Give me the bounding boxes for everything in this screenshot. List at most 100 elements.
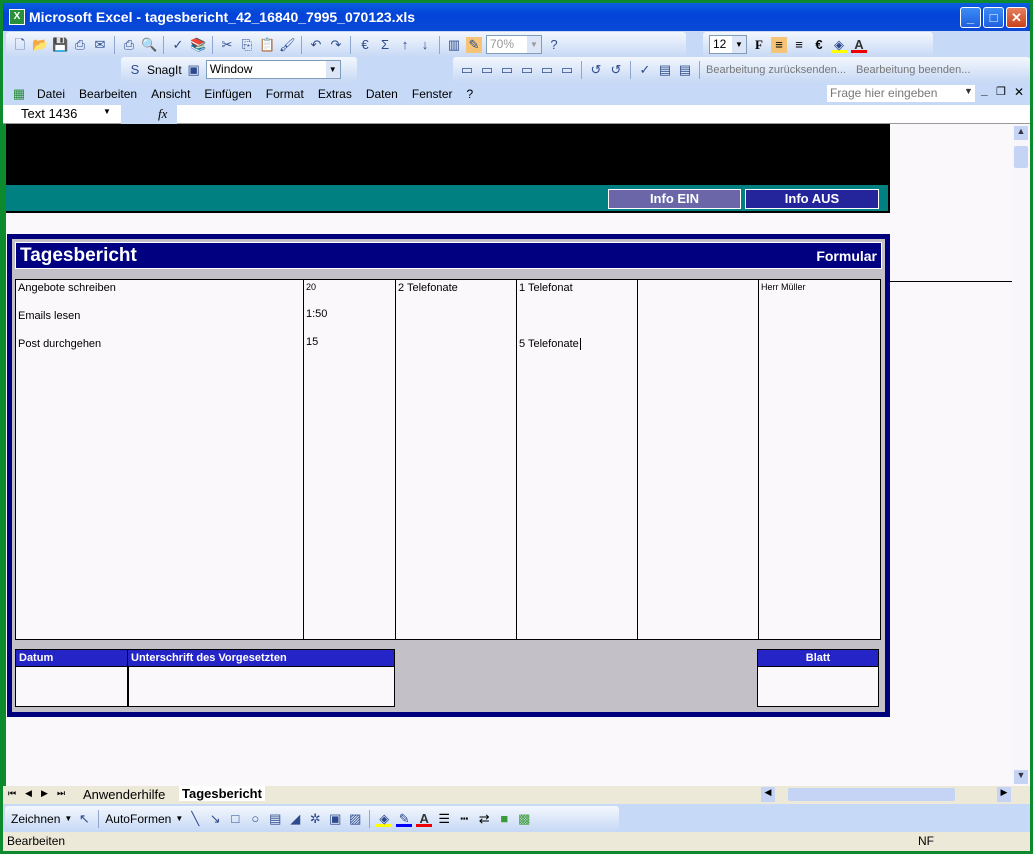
sort-ascending-icon[interactable]: ↑ [397,37,413,53]
select-objects-icon[interactable]: ↖ [76,811,92,827]
oval-icon[interactable]: ○ [247,811,263,827]
autosum-icon[interactable]: Σ [377,37,393,53]
spelling-icon[interactable]: ✓ [170,37,186,53]
fill-color-icon[interactable]: ◈ [376,811,393,827]
time-cell[interactable]: 15 [306,336,318,348]
task-cell[interactable]: Emails lesen [18,310,80,322]
print-preview-icon[interactable]: 🔍 [141,37,157,53]
bold-button[interactable]: F [751,37,767,53]
menu-fenster[interactable]: Fenster [412,87,453,101]
format-painter-icon[interactable]: 🖌 [279,37,296,53]
font-color-icon[interactable]: A [851,37,867,53]
doc-restore-button[interactable]: ❐ [996,85,1006,98]
col4-cell-editing[interactable]: 5 Telefonate [519,338,581,350]
comment-icon[interactable]: ▭ [459,62,475,78]
line-color-icon[interactable]: ✎ [396,811,413,827]
show-comment-icon[interactable]: ▭ [519,62,535,78]
scroll-down-icon[interactable]: ▼ [1014,770,1028,784]
time-cell[interactable]: 1:50 [306,308,327,320]
end-review-button[interactable]: Bearbeitung beenden... [856,64,970,76]
snagit-mode-combo[interactable]: Window ▼ [205,60,341,79]
comment-next-icon[interactable]: ▭ [499,62,515,78]
hscroll-thumb[interactable] [788,788,955,801]
reject-icon[interactable]: ↺ [608,62,624,78]
time-cell[interactable]: 20 [306,282,316,292]
dash-style-icon[interactable]: ┅ [456,811,472,827]
date-field[interactable] [15,666,128,707]
info-off-button[interactable]: Info AUS [745,189,879,209]
open-icon[interactable]: 📂 [32,37,48,53]
chevron-down-icon[interactable]: ▼ [175,814,183,823]
chevron-down-icon[interactable]: ▼ [325,61,340,78]
task-cell[interactable]: Angebote schreiben [18,282,116,294]
task-cell[interactable]: Post durchgehen [18,338,101,350]
doc-minimize-button[interactable]: _ [981,83,988,97]
shadow-icon[interactable]: ■ [496,811,512,827]
zoom-combo[interactable]: 70% ▼ [486,35,542,54]
help-icon[interactable]: ? [546,37,562,53]
hscroll-right-icon[interactable]: ▶ [997,787,1011,802]
info-on-button[interactable]: Info EIN [608,189,741,209]
send-back-button[interactable]: Bearbeitung zurücksenden... [706,64,846,76]
menu-bearbeiten[interactable]: Bearbeiten [79,87,137,101]
align-center-icon[interactable]: ≡ [791,37,807,53]
maximize-button[interactable]: □ [983,7,1004,28]
new-icon[interactable]: 🗋 [12,37,28,53]
fx-icon[interactable]: fx [158,106,167,122]
col4-cell[interactable]: 1 Telefonat [519,282,573,294]
arrow-style-icon[interactable]: ⇄ [476,811,492,827]
signature-field[interactable] [127,666,395,707]
diagram-icon[interactable]: ✲ [307,811,323,827]
chevron-down-icon[interactable]: ▼ [732,36,746,53]
comment-prev-icon[interactable]: ▭ [479,62,495,78]
help-question-input[interactable]: Frage hier eingeben [826,84,976,103]
euro-button[interactable]: € [811,37,827,53]
menu-format[interactable]: Format [266,87,304,101]
sort-descending-icon[interactable]: ↓ [417,37,433,53]
delete-comment-icon[interactable]: ▭ [559,62,575,78]
last-sheet-icon[interactable]: ⏭ [57,788,65,799]
insert-hyperlink-icon[interactable]: € [357,37,373,53]
research-icon[interactable]: 📚 [190,37,206,53]
tab-anwenderhilfe[interactable]: Anwenderhilfe [83,787,165,802]
permission-icon[interactable]: ⎙ [72,37,88,53]
excel-doc-icon[interactable]: ▦ [11,86,27,102]
wordart-icon[interactable]: ◢ [287,811,303,827]
scroll-up-icon[interactable]: ▲ [1014,126,1028,140]
menu-einfuegen[interactable]: Einfügen [204,87,251,101]
copy-icon[interactable]: ⎘ [239,37,255,53]
chevron-down-icon[interactable]: ▼ [103,107,111,116]
menu-daten[interactable]: Daten [366,87,398,101]
prev-sheet-icon[interactable]: ◀ [25,788,32,799]
chart-wizard-icon[interactable]: ▥ [446,37,462,53]
picture-icon[interactable]: ▨ [347,811,363,827]
vertical-scrollbar[interactable]: ▲ ▼ [1012,124,1030,786]
snagit-capture-icon[interactable]: ▣ [186,62,202,78]
close-button[interactable]: ✕ [1006,7,1027,28]
accept-icon[interactable]: ✓ [637,62,653,78]
scroll-thumb[interactable] [1014,146,1028,168]
menu-datei[interactable]: Datei [37,87,65,101]
menu-ansicht[interactable]: Ansicht [151,87,190,101]
hscroll-left-icon[interactable]: ◀ [761,787,775,802]
sheet-number-field[interactable] [757,666,879,707]
snagit-label[interactable]: SnagIt [147,63,182,77]
textbox-icon[interactable]: ▤ [267,811,283,827]
worksheet[interactable]: Info EIN Info AUS Tagesbericht Formular … [6,124,1012,786]
show-all-comments-icon[interactable]: ▭ [539,62,555,78]
merge-icon[interactable]: ▤ [677,62,693,78]
tab-tagesbericht[interactable]: Tagesbericht [179,786,265,801]
first-sheet-icon[interactable]: ⏮ [8,788,16,799]
align-left-icon[interactable]: ≡ [771,36,787,53]
clipart-icon[interactable]: ▣ [327,811,343,827]
minimize-button[interactable]: _ [960,7,981,28]
chevron-down-icon[interactable]: ▼ [964,86,973,96]
formula-input[interactable] [179,105,1030,123]
menu-extras[interactable]: Extras [318,87,352,101]
paste-icon[interactable]: 📋 [259,37,275,53]
share-icon[interactable]: ▤ [657,62,673,78]
redo-icon[interactable]: ↷ [328,37,344,53]
track-changes-icon[interactable]: ↺ [588,62,604,78]
rectangle-icon[interactable]: □ [227,811,243,827]
autoshapes-button[interactable]: AutoFormen [105,812,171,826]
